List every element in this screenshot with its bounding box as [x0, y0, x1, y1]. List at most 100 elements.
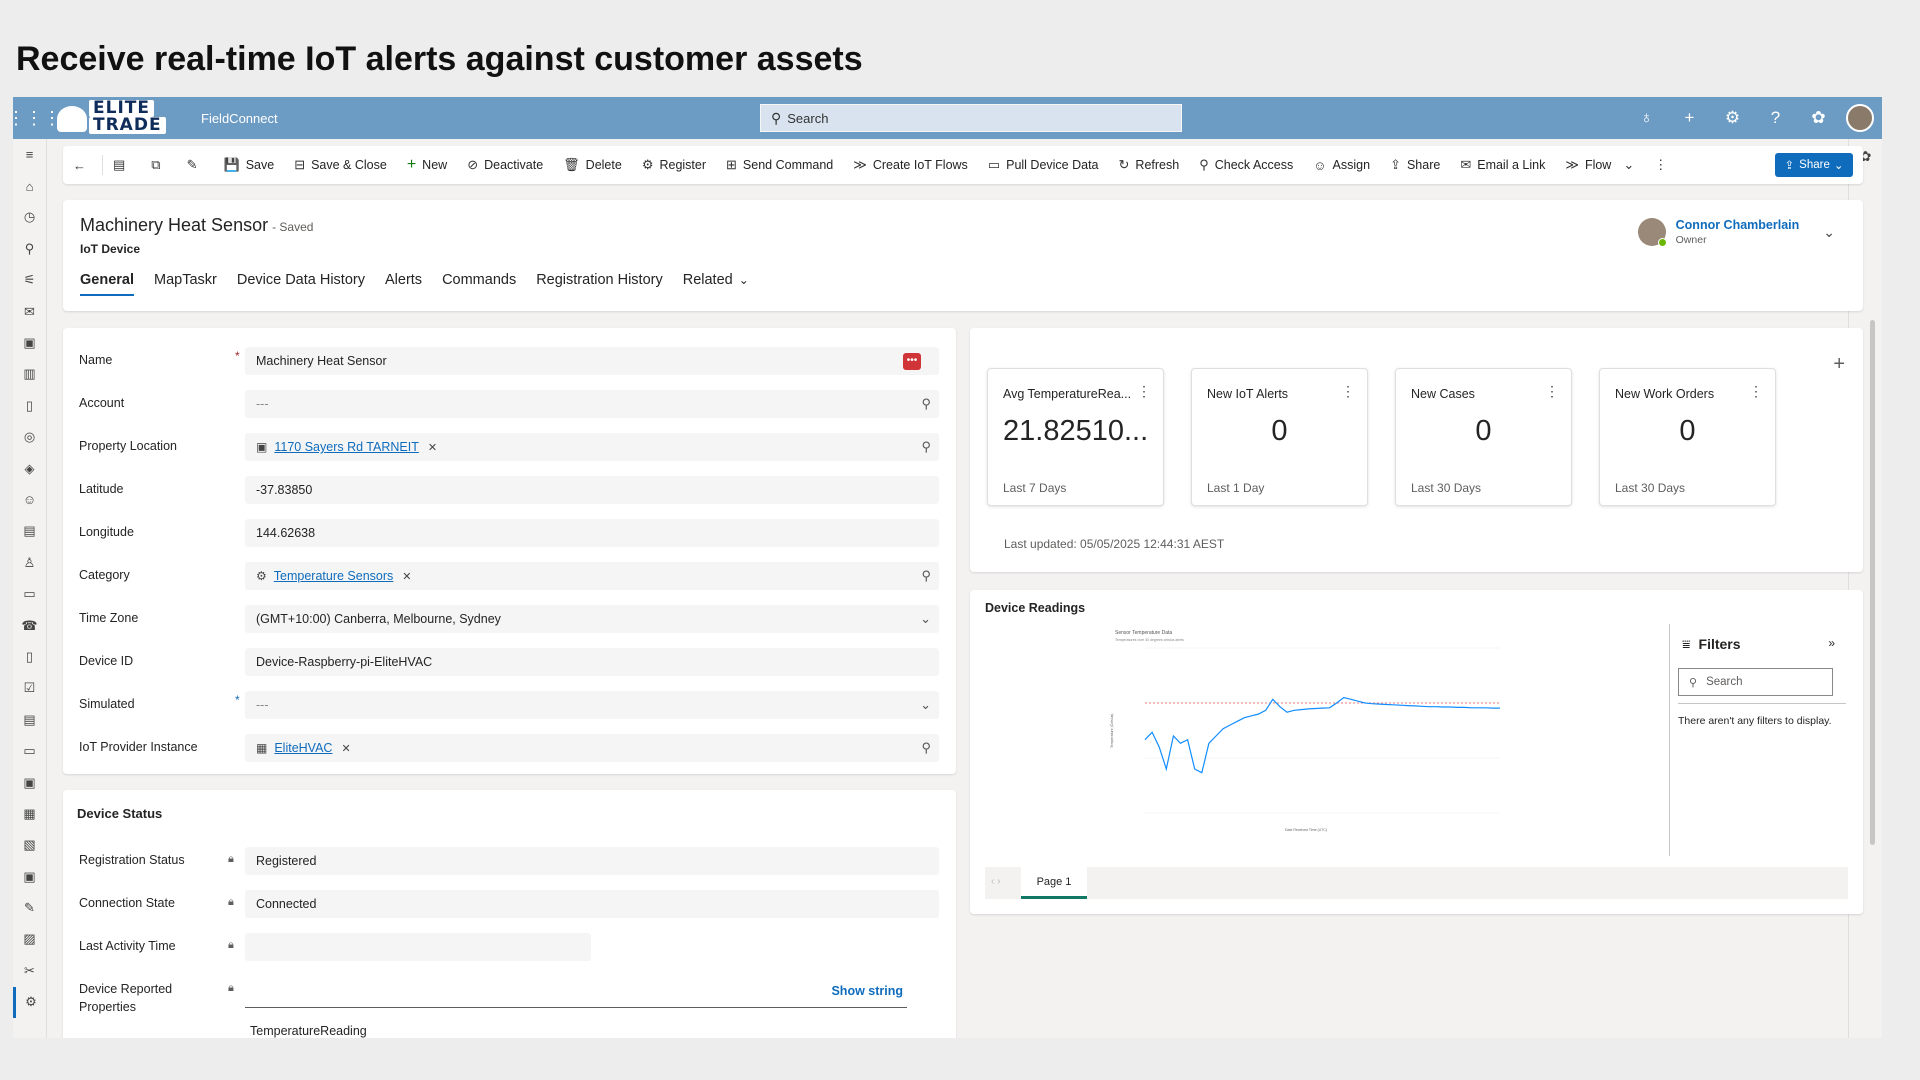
category-link[interactable]: Temperature Sensors: [274, 569, 394, 583]
deactivate-button[interactable]: ⊘ Deactivate: [457, 146, 553, 184]
form-icon[interactable]: ▯: [13, 641, 46, 672]
save-close-button[interactable]: ⊟ Save & Close: [284, 146, 397, 184]
invoice-icon[interactable]: ▤: [13, 704, 46, 735]
clipboard-check-icon[interactable]: ▣: [13, 767, 46, 798]
deviceid-field[interactable]: Device-Raspberry-pi-EliteHVAC: [245, 648, 939, 676]
vertical-scrollbar[interactable]: [1870, 320, 1875, 845]
gear-icon[interactable]: ⚙: [1711, 108, 1754, 128]
send-command-button[interactable]: ⊞ Send Command: [716, 146, 843, 184]
iot-device-icon[interactable]: ⚙: [13, 986, 46, 1018]
recent-icon[interactable]: ◷: [13, 202, 46, 233]
search-doc-icon[interactable]: ▧: [13, 830, 46, 861]
page-nav-arrows-icon[interactable]: ‹ ›: [991, 876, 1000, 887]
timezone-select[interactable]: (GMT+10:00) Canberra, Melbourne, Sydney ⌄: [245, 605, 939, 633]
more-vertical-icon[interactable]: ⋮: [1137, 383, 1151, 400]
mail-icon[interactable]: ✉: [13, 296, 46, 327]
password-manager-icon[interactable]: •••: [903, 353, 921, 370]
copilot-icon[interactable]: ✿: [1797, 108, 1840, 128]
tab-alerts[interactable]: Alerts: [385, 272, 422, 296]
more-vertical-icon[interactable]: ⋮: [1545, 383, 1559, 400]
search-icon[interactable]: ⚲: [921, 396, 931, 412]
category-lookup[interactable]: ⚙ Temperature Sensors ✕ ⚲: [245, 562, 939, 590]
kpi-tile-work-orders[interactable]: New Work Orders ⋮ 0 Last 30 Days: [1599, 368, 1776, 506]
save-button[interactable]: 💾 Save: [214, 146, 285, 184]
book-icon[interactable]: ▭: [13, 735, 46, 766]
lightbulb-icon[interactable]: ♁: [1625, 108, 1668, 128]
share-command-button[interactable]: ⇪ Share: [1380, 146, 1450, 184]
name-field[interactable]: Machinery Heat Sensor •••: [245, 347, 939, 375]
open-new-window-button[interactable]: ⧉: [141, 146, 176, 184]
calendar-icon[interactable]: ▦: [13, 798, 46, 829]
more-vertical-icon[interactable]: ⋮: [1749, 383, 1763, 400]
hamburger-icon[interactable]: ≡: [13, 139, 46, 170]
dashboard-icon[interactable]: ⚟: [13, 265, 46, 296]
search-icon[interactable]: ⚲: [921, 568, 931, 584]
tab-maptaskr[interactable]: MapTaskr: [154, 272, 217, 296]
target-icon[interactable]: ◎: [13, 422, 46, 453]
edit-form-button[interactable]: ✎: [177, 146, 214, 184]
create-iot-flows-button[interactable]: ≫ Create IoT Flows: [843, 146, 978, 184]
email-link-button[interactable]: ✉ Email a Link: [1450, 146, 1555, 184]
more-vertical-icon[interactable]: ⋮: [1341, 383, 1355, 400]
new-button[interactable]: + New: [397, 146, 457, 184]
user-edit-icon[interactable]: ♙: [13, 547, 46, 578]
back-button[interactable]: ←: [63, 146, 102, 184]
remove-icon[interactable]: ✕: [428, 441, 437, 454]
register-button[interactable]: ⚙ Register: [632, 146, 716, 184]
collapse-filters-icon[interactable]: »: [1828, 636, 1835, 650]
document-icon[interactable]: ▯: [13, 390, 46, 421]
delete-button[interactable]: 🗑 Delete: [553, 146, 632, 184]
home-icon[interactable]: ⌂: [13, 170, 46, 201]
report-icon[interactable]: ▥: [13, 359, 46, 390]
layers-icon[interactable]: ◈: [13, 453, 46, 484]
owner-name-link[interactable]: Connor Chamberlain: [1676, 218, 1800, 232]
check-access-button[interactable]: ⚲ Check Access: [1189, 146, 1303, 184]
plus-icon[interactable]: +: [1668, 108, 1711, 128]
tab-commands[interactable]: Commands: [442, 272, 516, 296]
tab-registration-history[interactable]: Registration History: [536, 272, 663, 296]
user-avatar[interactable]: [1846, 104, 1874, 132]
phone-icon[interactable]: ☎: [13, 610, 46, 641]
temperature-chart[interactable]: Sensor Temperature Data Temperatures ove…: [1105, 628, 1525, 833]
tab-general[interactable]: General: [80, 272, 134, 296]
tools-icon[interactable]: ✂: [13, 955, 46, 986]
app-launcher-icon[interactable]: ⋮⋮⋮: [13, 97, 61, 139]
doc-search-icon[interactable]: ▨: [13, 924, 46, 955]
form-selector-button[interactable]: ▤: [103, 146, 141, 184]
remove-icon[interactable]: ✕: [402, 570, 411, 583]
pin-icon[interactable]: ⚲: [13, 233, 46, 264]
pull-device-data-button[interactable]: ▭ Pull Device Data: [978, 146, 1109, 184]
flow-button[interactable]: ≫ Flow ⌄: [1555, 146, 1644, 184]
longitude-field[interactable]: 144.62638: [245, 519, 939, 547]
more-commands-button[interactable]: ⋮: [1644, 146, 1683, 184]
help-icon[interactable]: ?: [1754, 108, 1797, 128]
tab-related[interactable]: Related ⌄: [683, 272, 749, 296]
page-icon[interactable]: ▭: [13, 578, 46, 609]
expand-header-chevron-icon[interactable]: ⌄: [1823, 224, 1835, 241]
global-search-input[interactable]: ⚲ Search: [760, 104, 1182, 132]
app-name[interactable]: FieldConnect: [201, 111, 278, 126]
list-icon[interactable]: ▤: [13, 516, 46, 547]
page-tab[interactable]: Page 1: [1021, 867, 1087, 899]
show-string-link[interactable]: Show string: [831, 984, 903, 998]
provider-link[interactable]: EliteHVAC: [274, 741, 332, 755]
share-button[interactable]: ⇪ Share ⌄: [1775, 153, 1853, 177]
kpi-tile-new-cases[interactable]: New Cases ⋮ 0 Last 30 Days: [1395, 368, 1572, 506]
search-icon[interactable]: ⚲: [921, 740, 931, 756]
remove-icon[interactable]: ✕: [341, 742, 350, 755]
property-lookup[interactable]: ▣ 1170 Sayers Rd TARNEIT ✕ ⚲: [245, 433, 939, 461]
account-lookup[interactable]: --- ⚲: [245, 390, 939, 418]
clipboard-icon[interactable]: ▣: [13, 327, 46, 358]
assign-button[interactable]: ☺ Assign: [1303, 146, 1380, 184]
search-icon[interactable]: ⚲: [921, 439, 931, 455]
person-icon[interactable]: ☺: [13, 484, 46, 515]
filters-search-input[interactable]: ⚲ Search: [1678, 668, 1833, 696]
tab-device-data-history[interactable]: Device Data History: [237, 272, 365, 296]
wrench-icon[interactable]: ✎: [13, 892, 46, 923]
add-tile-icon[interactable]: +: [1833, 353, 1845, 376]
refresh-button[interactable]: ↻ Refresh: [1109, 146, 1190, 184]
property-link[interactable]: 1170 Sayers Rd TARNEIT: [274, 440, 419, 454]
provider-lookup[interactable]: ▦ EliteHVAC ✕ ⚲: [245, 734, 939, 762]
task-icon[interactable]: ▣: [13, 861, 46, 892]
kpi-tile-avg-temperature[interactable]: Avg TemperatureRea... ⋮ 21.82510... Last…: [987, 368, 1164, 506]
